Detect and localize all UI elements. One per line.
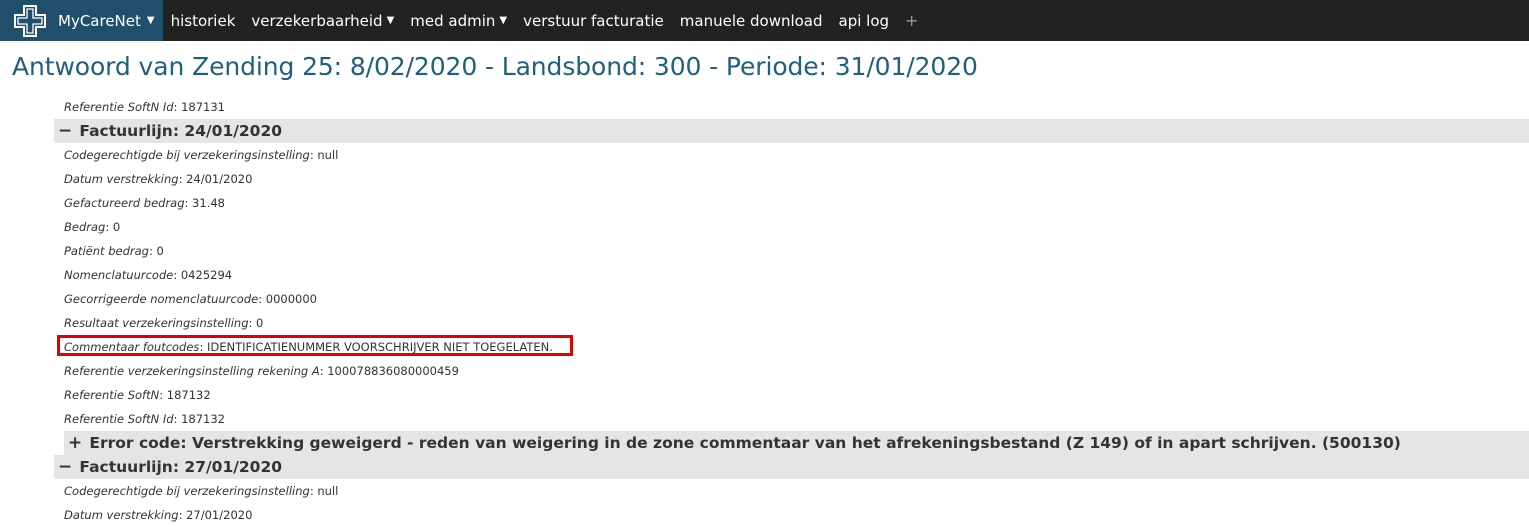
field-row: Referentie verzekeringsinstelling rekeni… <box>64 364 459 378</box>
field-row: Resultaat verzekeringsinstelling: 0 <box>64 316 264 330</box>
chevron-down-icon: ▼ <box>499 15 508 26</box>
response-details: Referentie SoftN Id: 187131 − Factuurlij… <box>0 95 1529 527</box>
nav-med-admin[interactable]: med admin ▼ <box>402 0 515 41</box>
field-row: Datum verstrekking: 24/01/2020 <box>64 172 253 186</box>
field-row: Referentie SoftN Id: 187131 <box>64 100 225 114</box>
section-title: Factuurlijn: 27/01/2020 <box>79 458 283 476</box>
field-value: 0 <box>156 244 164 258</box>
field-row: Referentie SoftN Id: 187132 <box>64 412 225 426</box>
field-label: Referentie verzekeringsinstelling rekeni… <box>64 364 320 378</box>
field-label: Codegerechtigde bij verzekeringsinstelli… <box>64 148 310 162</box>
add-tab-button[interactable]: + <box>897 0 926 41</box>
field-value: 0 <box>112 220 121 234</box>
collapse-minus-icon: − <box>58 457 73 477</box>
mycarenet-logo-icon <box>14 4 46 37</box>
nav-label: historiek <box>170 11 236 30</box>
field-value: 0 <box>256 316 264 330</box>
field-row: Referentie SoftN: 187132 <box>64 388 211 402</box>
field-row: Codegerechtigde bij verzekeringsinstelli… <box>64 484 339 498</box>
nav-manuele-download[interactable]: manuele download <box>672 0 831 41</box>
field-label: Bedrag <box>64 220 106 234</box>
field-value: 187132 <box>166 388 211 402</box>
nav-label: med admin <box>410 11 496 30</box>
nav-historiek[interactable]: historiek <box>163 0 244 41</box>
field-value: 27/01/2020 <box>186 508 253 522</box>
field-label: Nomenclatuurcode <box>64 268 174 282</box>
field-label: Resultaat verzekeringsinstelling <box>64 316 249 330</box>
field-value: 0425294 <box>180 268 233 282</box>
field-label: Referentie SoftN Id <box>64 412 174 426</box>
field-row: Datum verstrekking: 27/01/2020 <box>64 508 253 522</box>
field-value: 100078836080000459 <box>327 364 459 378</box>
chevron-down-icon: ▼ <box>146 15 155 26</box>
field-value: null <box>317 148 339 162</box>
section-header-factuurlijn-1[interactable]: − Factuurlijn: 24/01/2020 <box>54 119 1529 143</box>
field-row: Bedrag: 0 <box>64 220 121 234</box>
brand-label: MyCareNet <box>58 11 141 30</box>
field-label: Gecorrigeerde nomenclatuurcode <box>64 292 259 306</box>
highlight-box <box>57 335 573 356</box>
field-label: Datum verstrekking <box>64 508 179 522</box>
field-label: Patiënt bedrag <box>64 244 149 258</box>
field-value: 0000000 <box>265 292 317 306</box>
page-title: Antwoord van Zending 25: 8/02/2020 - Lan… <box>12 52 978 81</box>
field-value: 187131 <box>181 100 225 114</box>
field-label: Gefactureerd bedrag <box>64 196 185 210</box>
nav-label: verstuur facturatie <box>523 11 664 30</box>
nav-label: api log <box>838 11 890 30</box>
brand-menu[interactable]: MyCareNet ▼ <box>0 0 163 41</box>
section-header-factuurlijn-2[interactable]: − Factuurlijn: 27/01/2020 <box>54 455 1529 479</box>
nav-label: manuele download <box>679 11 823 30</box>
field-row: Patiënt bedrag: 0 <box>64 244 164 258</box>
nav-verstuur-facturatie[interactable]: verstuur facturatie <box>515 0 672 41</box>
nav-verzekerbaarheid[interactable]: verzekerbaarheid ▼ <box>243 0 402 41</box>
field-value: null <box>317 484 339 498</box>
field-label: Datum verstrekking <box>64 172 179 186</box>
top-navbar: MyCareNet ▼ historiek verzekerbaarheid ▼… <box>0 0 1529 41</box>
chevron-down-icon: ▼ <box>386 15 395 26</box>
expand-plus-icon: + <box>68 433 83 453</box>
field-label: Codegerechtigde bij verzekeringsinstelli… <box>64 484 310 498</box>
field-row: Nomenclatuurcode: 0425294 <box>64 268 233 282</box>
field-row: Codegerechtigde bij verzekeringsinstelli… <box>64 148 339 162</box>
plus-icon: + <box>905 11 919 30</box>
field-value: 31.48 <box>192 196 225 210</box>
section-title: Factuurlijn: 24/01/2020 <box>79 122 283 140</box>
field-row: Gefactureerd bedrag: 31.48 <box>64 196 225 210</box>
field-value: 187132 <box>181 412 225 426</box>
section-header-error-code[interactable]: + Error code: Verstrekking geweigerd - r… <box>64 431 1529 455</box>
nav-label: verzekerbaarheid <box>251 11 383 30</box>
nav-api-log[interactable]: api log <box>831 0 898 41</box>
field-row-highlighted: Commentaar foutcodes: IDENTIFICATIENUMME… <box>0 335 1529 359</box>
field-value: 24/01/2020 <box>186 172 253 186</box>
field-label: Referentie SoftN <box>64 388 160 402</box>
collapse-minus-icon: − <box>58 121 73 141</box>
field-label: Referentie SoftN Id <box>64 100 174 114</box>
field-row: Gecorrigeerde nomenclatuurcode: 0000000 <box>64 292 317 306</box>
section-title: Error code: Verstrekking geweigerd - red… <box>89 434 1401 452</box>
